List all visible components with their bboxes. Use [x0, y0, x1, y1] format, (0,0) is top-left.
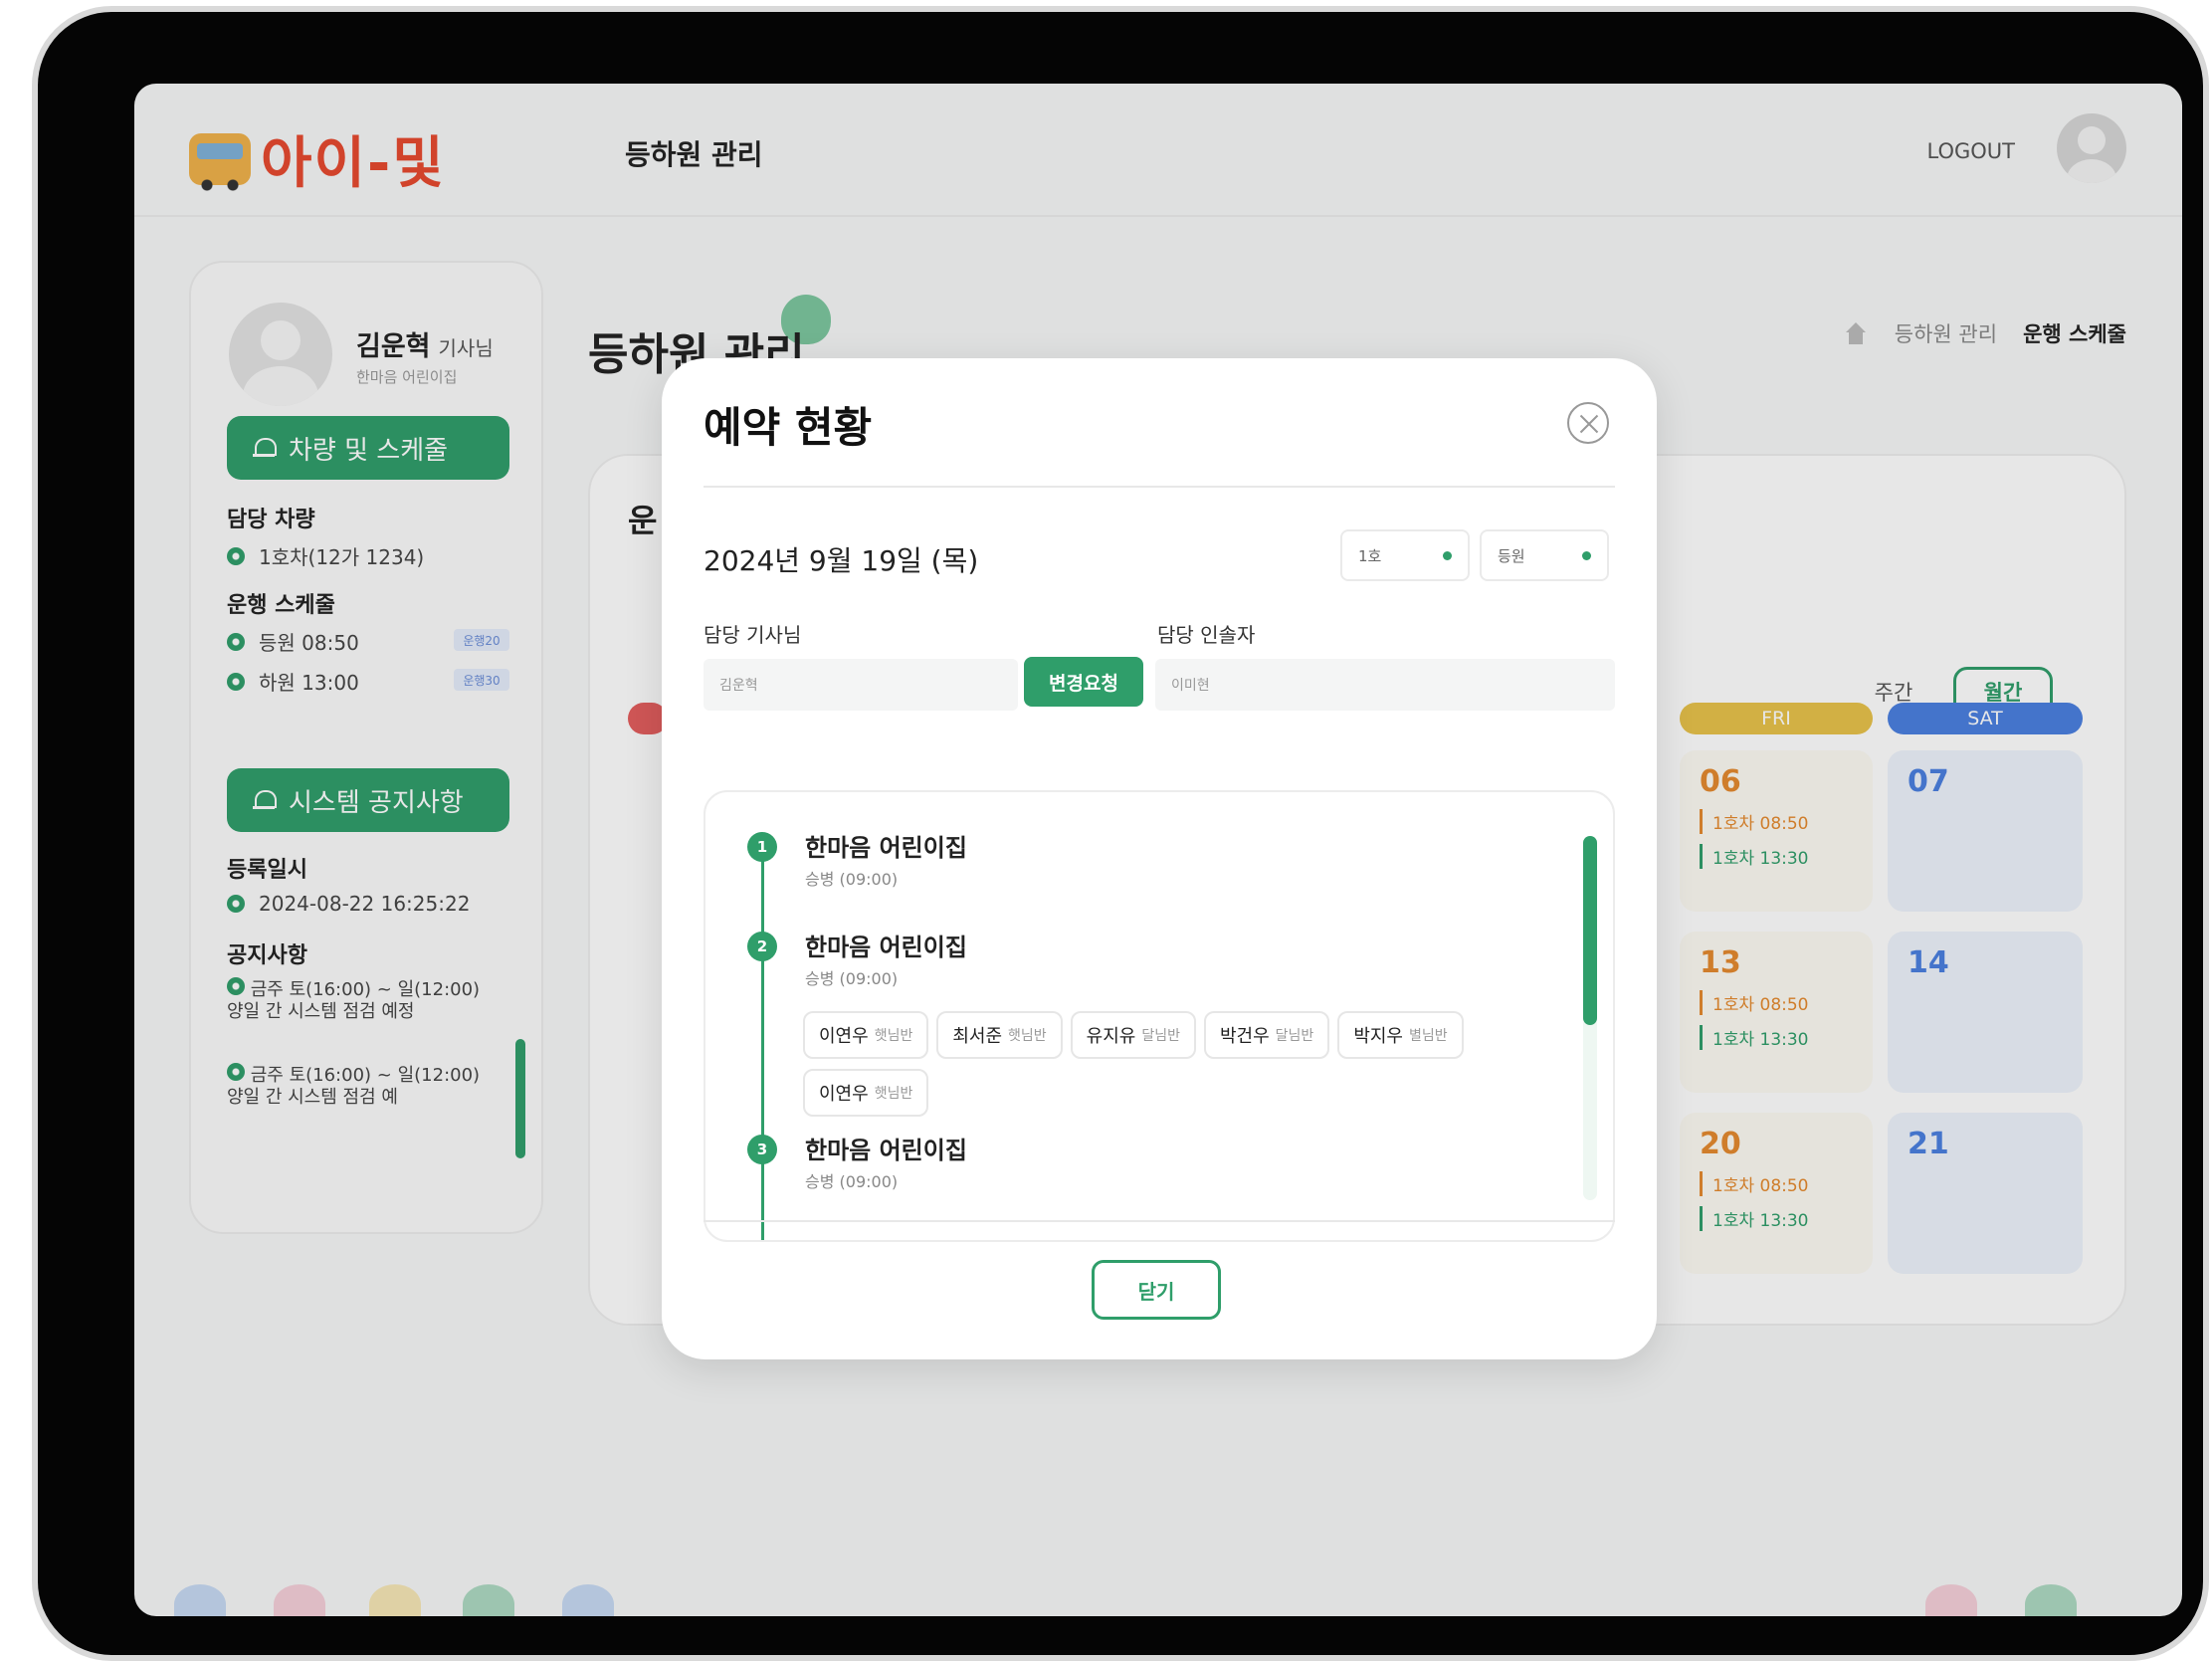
app-screen: 아이-및 등하원 관리 LOGOUT 김운혁 기사님 한마음 어린이집 차량 및 … — [134, 84, 2182, 1616]
vehicle-select[interactable]: 1호 — [1340, 529, 1470, 581]
modal-title: 예약 현황 — [704, 403, 873, 452]
guardian-label: 담당 인솔자 — [1157, 623, 1256, 647]
dropdown-dot-icon — [1443, 550, 1452, 560]
child-class: 햇님반 — [874, 1086, 913, 1102]
driver-field[interactable]: 김운혁 — [704, 659, 1018, 711]
child-chip[interactable]: 박건우 달님반 — [1203, 1011, 1330, 1059]
close-button[interactable]: 닫기 — [1092, 1260, 1221, 1320]
modal-divider — [704, 486, 1615, 488]
child-class: 햇님반 — [874, 1028, 913, 1044]
stop-time: 승병 (09:00) — [805, 969, 899, 988]
stop-list: 1 한마음 어린이집 승병 (09:00) 2 한마음 어린이집 승병 (09:… — [704, 790, 1615, 1242]
stop-number: 1 — [747, 832, 777, 862]
child-class: 달님반 — [1141, 1028, 1180, 1044]
stop-name: 한마음 어린이집 — [805, 1137, 967, 1164]
guardian-field[interactable]: 이미현 — [1155, 659, 1615, 711]
reservation-date: 2024년 9월 19일 (목) — [704, 544, 979, 577]
list-scrollbar[interactable] — [1583, 836, 1597, 1025]
tablet-frame: 아이-및 등하원 관리 LOGOUT 김운혁 기사님 한마음 어린이집 차량 및 … — [32, 6, 2209, 1661]
stop-name: 한마음 어린이집 — [805, 934, 967, 961]
child-class: 별님반 — [1409, 1028, 1448, 1044]
change-request-button[interactable]: 변경요청 — [1024, 657, 1143, 707]
vehicle-select-value: 1호 — [1358, 546, 1382, 565]
dropdown-dot-icon — [1582, 550, 1591, 560]
child-name: 유지유 — [1086, 1026, 1136, 1047]
reservation-modal: 예약 현황 2024년 9월 19일 (목) 1호 등원 담당 기사님 김운혁 … — [662, 358, 1657, 1359]
child-chip[interactable]: 최서준 햇님반 — [936, 1011, 1063, 1059]
stop-number: 3 — [747, 1135, 777, 1164]
child-name: 박지우 — [1353, 1026, 1403, 1047]
child-name: 최서준 — [952, 1026, 1003, 1047]
child-chip[interactable]: 유지유 달님반 — [1070, 1011, 1196, 1059]
child-name: 이연우 — [819, 1026, 869, 1047]
child-chip[interactable]: 이연우 햇님반 — [803, 1011, 929, 1059]
child-class: 달님반 — [1275, 1028, 1314, 1044]
stop-time: 승병 (09:00) — [805, 870, 899, 889]
type-select[interactable]: 등원 — [1480, 529, 1609, 581]
type-select-value: 등원 — [1498, 546, 1525, 565]
child-chip[interactable]: 이연우 햇님반 — [803, 1069, 929, 1117]
child-name: 박건우 — [1219, 1026, 1270, 1047]
stop-number: 2 — [747, 932, 777, 961]
timeline-line — [761, 848, 764, 1240]
driver-label: 담당 기사님 — [704, 623, 802, 647]
child-name: 이연우 — [819, 1084, 869, 1105]
child-class: 햇님반 — [1008, 1028, 1047, 1044]
child-chip-list: 이연우 햇님반 최서준 햇님반 유지유 달님반 박건우 달님반 박지우 별님반 이연우 햇님… — [803, 1011, 1519, 1117]
close-icon[interactable] — [1567, 402, 1609, 444]
child-chip[interactable]: 박지우 별님반 — [1337, 1011, 1464, 1059]
modal-divider — [704, 1220, 1615, 1222]
stop-time: 승병 (09:00) — [805, 1172, 899, 1191]
stop-name: 한마음 어린이집 — [805, 834, 967, 862]
